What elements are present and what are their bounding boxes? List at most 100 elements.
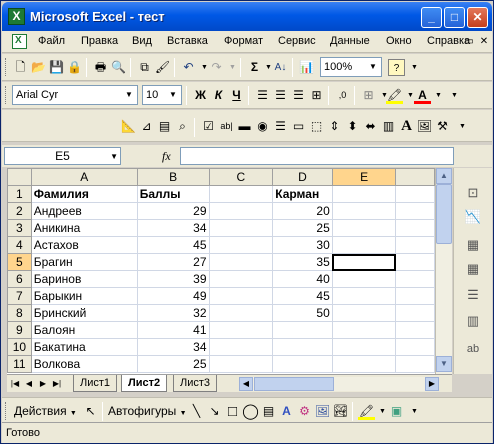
sheet-tab-1[interactable]: Лист1 <box>73 375 118 392</box>
rectangle-icon[interactable]: □ <box>224 403 241 420</box>
textbox-icon[interactable]: ab| <box>218 118 235 135</box>
column-header-a[interactable]: A <box>30 168 138 186</box>
cell-d6[interactable]: 40 <box>272 270 333 288</box>
cell-a11[interactable]: Волкова <box>30 355 138 373</box>
name-box[interactable]: E5 ▼ <box>4 147 121 165</box>
select-objects-icon[interactable]: ↖ <box>82 403 99 420</box>
cell-f11[interactable] <box>395 355 435 373</box>
last-sheet-icon[interactable]: ▶| <box>51 378 63 390</box>
cell-a5[interactable]: Брагин <box>30 253 138 271</box>
cell-e3[interactable] <box>331 219 397 237</box>
prev-sheet-icon[interactable]: ◀ <box>23 378 35 390</box>
cell-d2[interactable]: 20 <box>272 202 333 220</box>
cell-a10[interactable]: Бакатина <box>30 338 138 356</box>
column-header-e[interactable]: E <box>331 168 397 186</box>
italic-button[interactable]: К <box>210 87 227 104</box>
doc-close-icon[interactable]: ✕ <box>477 35 491 49</box>
maximize-button[interactable]: □ <box>444 7 465 28</box>
vertical-scroll-thumb[interactable] <box>436 184 452 244</box>
row-header[interactable]: 5 <box>7 253 32 271</box>
fill-color-draw-icon[interactable]: 🖍 <box>358 403 375 420</box>
properties-icon[interactable]: ▤ <box>156 118 173 135</box>
menu-format[interactable]: Формат <box>224 35 263 47</box>
cell-c10[interactable] <box>208 338 274 356</box>
cell-a2[interactable]: Андреев <box>30 202 138 220</box>
cell-b4[interactable]: 45 <box>136 236 210 254</box>
print-icon[interactable]: 🖶 <box>92 59 109 76</box>
label-icon[interactable]: A <box>398 118 415 135</box>
cell-c6[interactable] <box>208 270 274 288</box>
toggle-button-icon[interactable]: ⬚ <box>308 118 325 135</box>
toolbar-options-icon[interactable]: ▼ <box>446 87 463 104</box>
cell-d9[interactable] <box>272 321 333 339</box>
cell-c2[interactable] <box>208 202 274 220</box>
cell-f1[interactable] <box>395 185 435 203</box>
sort-ascending-icon[interactable]: A↓ <box>272 59 289 76</box>
cell-f2[interactable] <box>395 202 435 220</box>
font-name-combo[interactable]: Arial Cyr ▼ <box>12 85 138 105</box>
row-header[interactable]: 7 <box>7 287 32 305</box>
merge-center-icon[interactable]: ⊞ <box>308 87 325 104</box>
oval-icon[interactable]: ◯ <box>242 403 259 420</box>
save-icon[interactable]: 💾 <box>48 59 65 76</box>
cell-b11[interactable]: 25 <box>136 355 210 373</box>
grid-icon[interactable]: ▦ <box>464 260 482 278</box>
chart-toolbar-icon[interactable]: 📐 <box>120 118 137 135</box>
table-icon[interactable]: ▦ <box>464 236 482 254</box>
cell-b9[interactable]: 41 <box>136 321 210 339</box>
scroll-down-icon[interactable]: ▼ <box>436 356 452 372</box>
vertical-scrollbar[interactable]: ▲ ▼ <box>435 168 452 374</box>
row-header[interactable]: 9 <box>7 321 32 339</box>
menu-insert[interactable]: Вставка <box>167 35 208 47</box>
horizontal-scrollbar[interactable]: ◀ ▶ <box>239 377 439 391</box>
command-button-icon[interactable]: ▬ <box>236 118 253 135</box>
cell-f6[interactable] <box>395 270 435 288</box>
autoshapes-menu[interactable]: Автофигуры ▼ <box>108 403 187 420</box>
print-preview-icon[interactable]: 🔍 <box>110 59 127 76</box>
align-right-icon[interactable]: ☰ <box>290 87 307 104</box>
more-controls-icon[interactable]: ⚒ <box>434 118 451 135</box>
next-sheet-icon[interactable]: ▶ <box>37 378 49 390</box>
cell-e5[interactable] <box>331 253 397 271</box>
clipart-icon[interactable]: 🖼 <box>314 403 331 420</box>
menu-file[interactable]: Файл <box>38 35 65 47</box>
cell-e10[interactable] <box>331 338 397 356</box>
fx-icon[interactable]: fx <box>162 149 171 164</box>
checkbox-icon[interactable]: ☑ <box>200 118 217 135</box>
scroll-up-icon[interactable]: ▲ <box>436 168 452 184</box>
cell-e9[interactable] <box>331 321 397 339</box>
scrollbar-h-control-icon[interactable]: ⬌ <box>362 118 379 135</box>
cell-a4[interactable]: Астахов <box>30 236 138 254</box>
help-icon[interactable]: ? <box>388 59 405 76</box>
diagram-icon[interactable]: ⚙ <box>296 403 313 420</box>
chevron-down-icon[interactable]: ▼ <box>110 149 118 165</box>
borders-icon[interactable]: ⊞ <box>360 87 377 104</box>
zoom-combo[interactable]: 100% ▼ <box>320 57 382 77</box>
cell-a8[interactable]: Бринский <box>30 304 138 322</box>
cell-a6[interactable]: Баринов <box>30 270 138 288</box>
listbox-icon[interactable]: ☰ <box>272 118 289 135</box>
menu-window[interactable]: Окно <box>386 35 412 47</box>
minimize-button[interactable]: _ <box>421 7 442 28</box>
first-sheet-icon[interactable]: |◀ <box>9 378 21 390</box>
option-button-icon[interactable]: ◉ <box>254 118 271 135</box>
toolbar-options-icon[interactable]: ▼ <box>406 403 423 420</box>
cell-c8[interactable] <box>208 304 274 322</box>
design-mode-icon[interactable]: ⊿ <box>138 118 155 135</box>
toolbar-options-icon[interactable]: ▼ <box>406 59 423 76</box>
cell-b10[interactable]: 34 <box>136 338 210 356</box>
columns-icon[interactable]: ▥ <box>464 312 482 330</box>
list-icon[interactable]: ☰ <box>464 286 482 304</box>
cell-b8[interactable]: 32 <box>136 304 210 322</box>
toolbar-grip[interactable] <box>5 402 8 420</box>
chevron-down-icon[interactable]: ▼ <box>166 87 180 103</box>
cell-d8[interactable]: 50 <box>272 304 333 322</box>
font-color-dropdown-icon[interactable]: ▼ <box>430 87 447 104</box>
column-header-f[interactable] <box>395 168 435 186</box>
scroll-left-icon[interactable]: ◀ <box>239 377 253 391</box>
toolbar-grip[interactable] <box>5 58 8 76</box>
cell-e1[interactable] <box>331 185 397 203</box>
permission-icon[interactable]: 🔒 <box>66 59 83 76</box>
row-header[interactable]: 4 <box>7 236 32 254</box>
cell-d1[interactable]: Карман <box>272 185 333 203</box>
